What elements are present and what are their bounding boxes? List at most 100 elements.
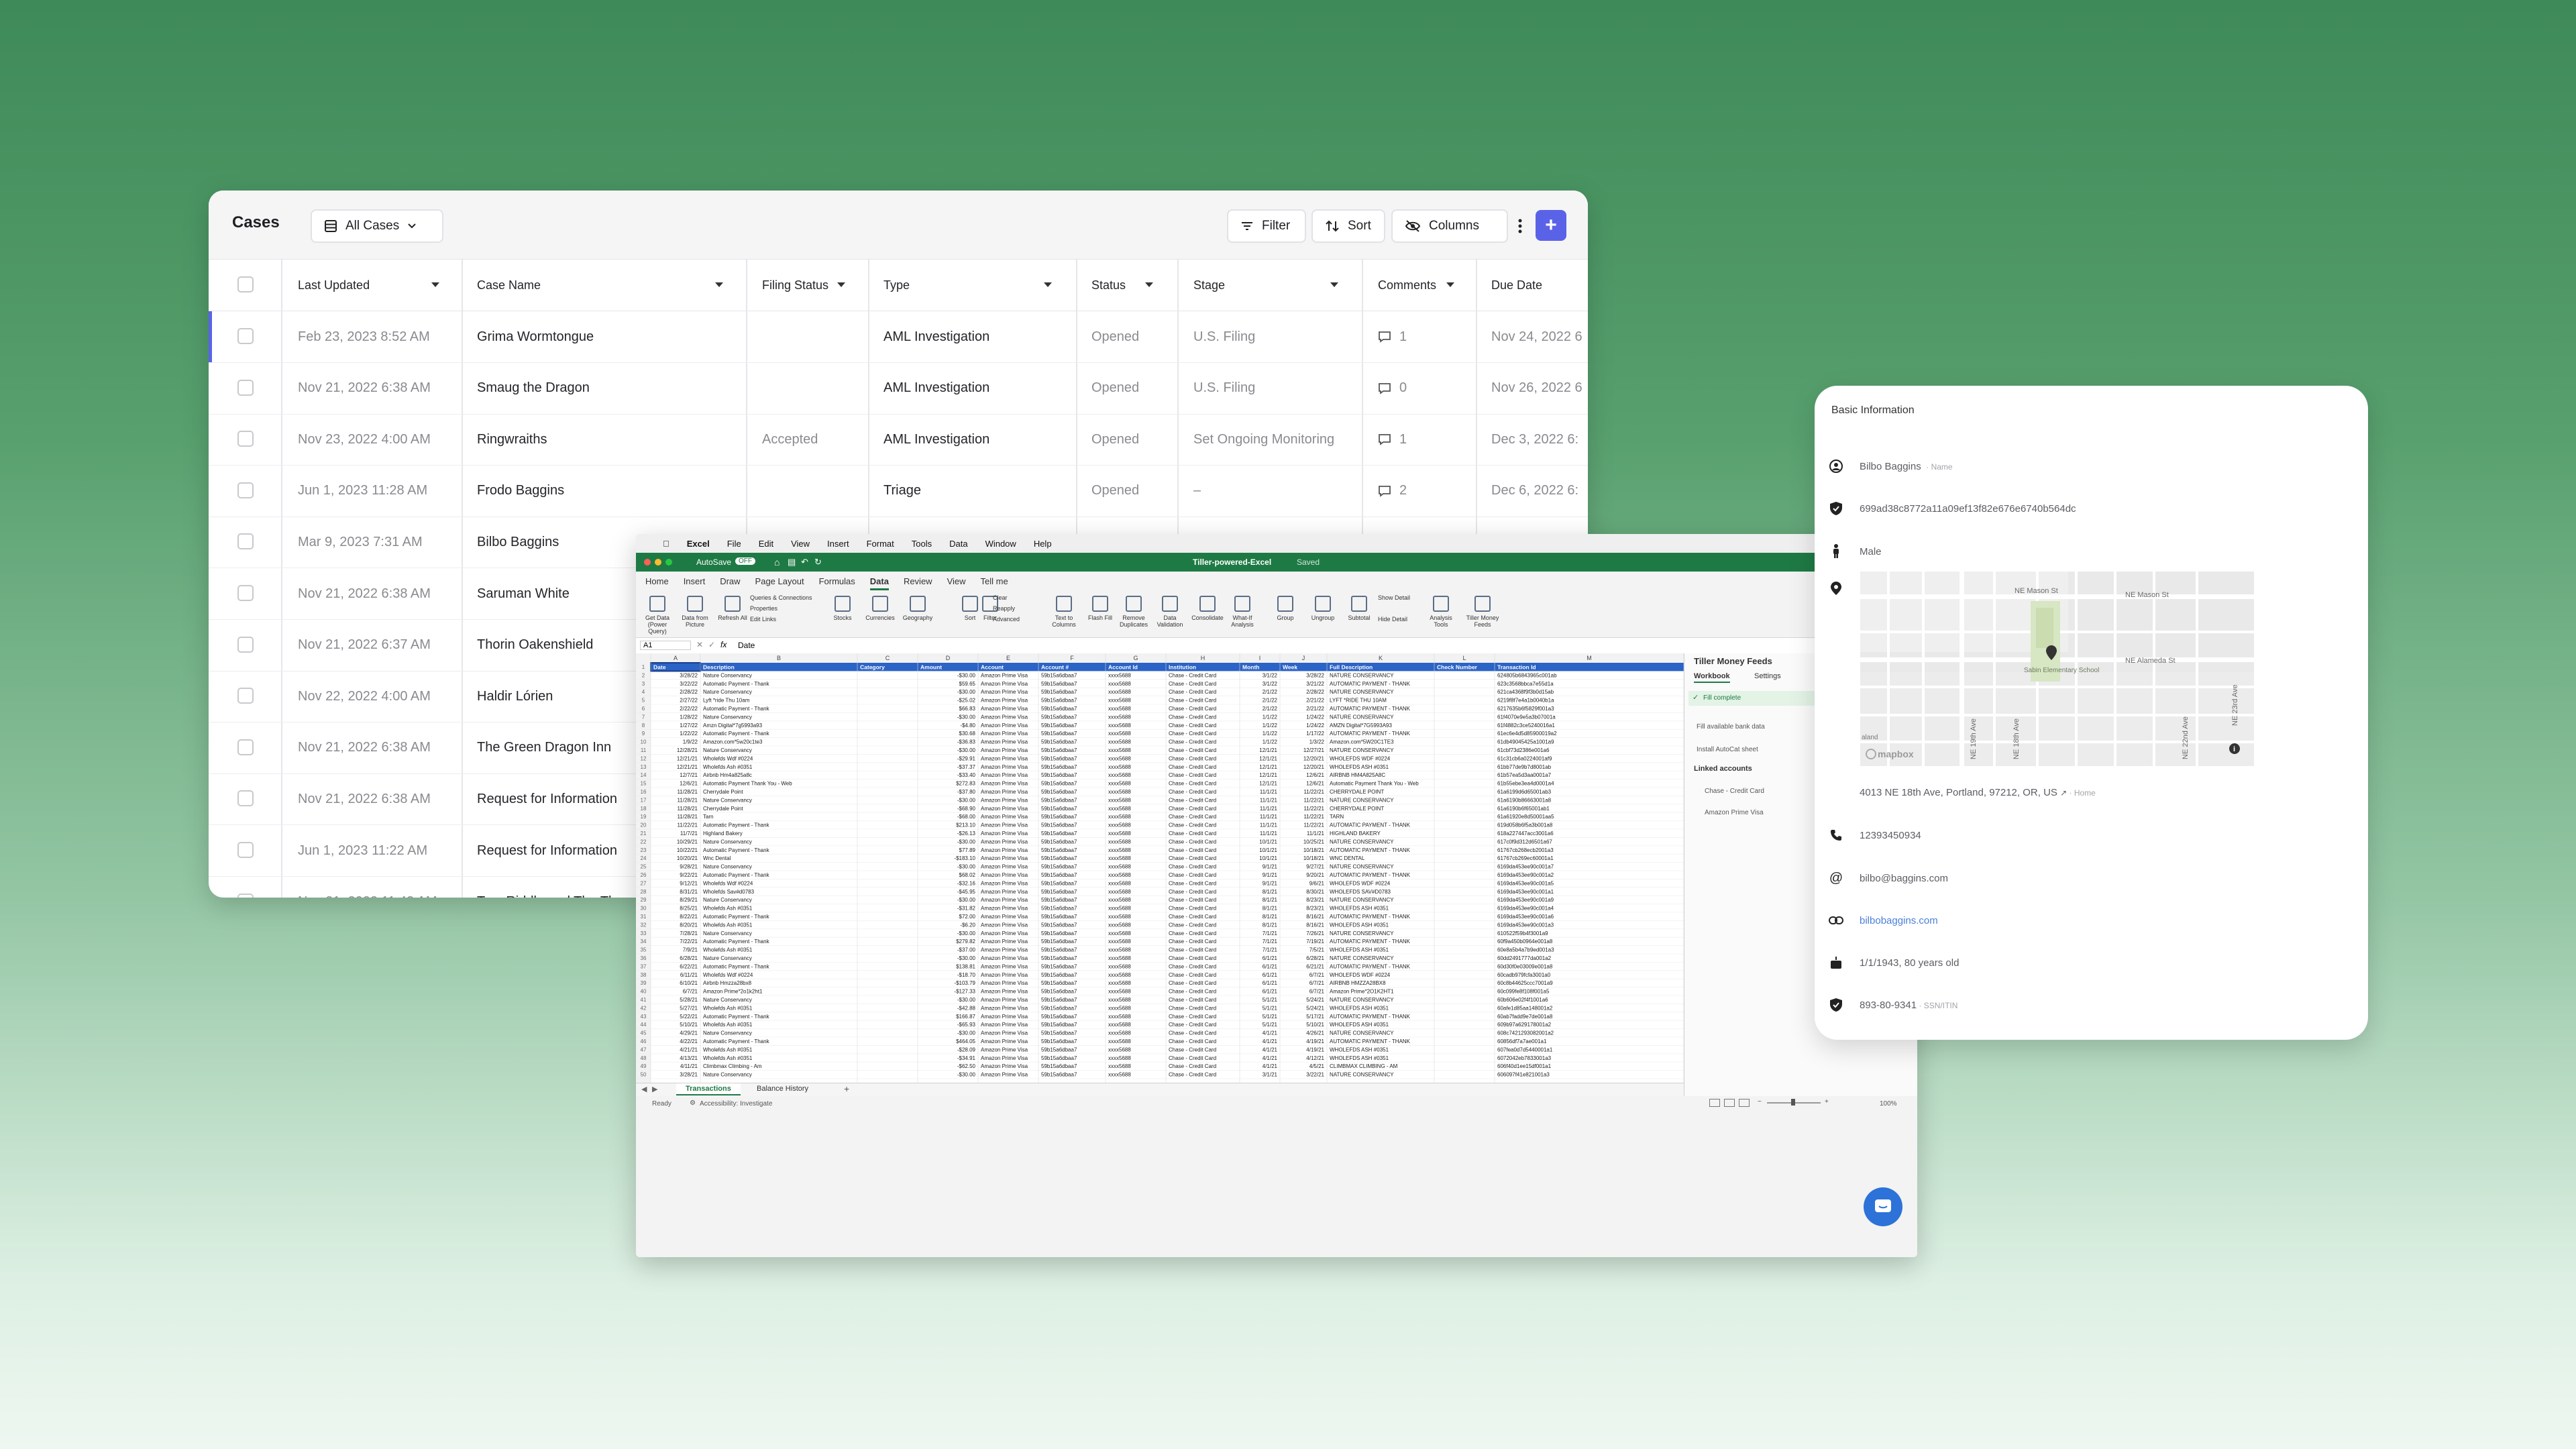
data-cell[interactable]: AUTOMATIC PAYMENT - THANK — [1330, 963, 1411, 969]
ribbon-tab-draw[interactable]: Draw — [720, 576, 740, 590]
data-cell[interactable]: -$37.37 — [957, 764, 976, 770]
data-cell[interactable]: Amazon Prime Visa — [981, 797, 1028, 803]
data-cell[interactable]: 6169da453ee90c001a2 — [1497, 872, 1554, 878]
data-cell[interactable]: xxxx5688 — [1108, 722, 1131, 729]
data-cell[interactable]: 10/22/21 — [677, 847, 698, 853]
data-cell[interactable]: 1/17/22 — [1306, 731, 1324, 737]
data-cell[interactable]: Amazon Prime Visa — [981, 806, 1028, 812]
row-checkbox[interactable] — [237, 636, 254, 653]
data-cell[interactable]: 608c7421293082001a2 — [1497, 1030, 1554, 1036]
data-cell[interactable]: xxxx5688 — [1108, 806, 1131, 812]
data-cell[interactable]: 61a6190b86663001a8 — [1497, 797, 1552, 803]
data-cell[interactable]: 10/29/21 — [677, 839, 698, 845]
data-cell[interactable]: 60c099fe8f108f001a5 — [1497, 989, 1550, 995]
data-cell[interactable]: 11/1/21 — [1260, 806, 1278, 812]
data-cell[interactable]: Amazon Prime Visa — [981, 706, 1028, 712]
data-cell[interactable]: Wholefds Ash #0351 — [703, 906, 753, 912]
data-cell[interactable]: Amazon Prime Visa — [981, 864, 1028, 870]
data-cell[interactable]: Amazon Prime*2o1k2ht1 — [703, 989, 763, 995]
data-cell[interactable]: Chase - Credit Card — [1169, 706, 1216, 712]
data-cell[interactable]: Chase - Credit Card — [1169, 989, 1216, 995]
data-cell[interactable]: Climbmax Climbing - Am — [703, 1063, 762, 1069]
data-cell[interactable]: Amazon Prime Visa — [981, 772, 1028, 778]
data-cell[interactable]: 1/9/22 — [683, 739, 698, 745]
data-cell[interactable]: AUTOMATIC PAYMENT - THANK — [1330, 1038, 1411, 1044]
data-cell[interactable]: 59b15a6dbaa7 — [1041, 947, 1077, 953]
data-cell[interactable]: Chase - Credit Card — [1169, 855, 1216, 861]
header-cell[interactable]: Account — [981, 664, 1004, 671]
data-cell[interactable]: Wholefds Wdf #0224 — [703, 972, 753, 978]
data-cell[interactable]: 61a61920e8d50001aa5 — [1497, 814, 1554, 820]
data-cell[interactable]: Wholefds Ash #0351 — [703, 764, 753, 770]
data-cell[interactable]: 8/23/21 — [1306, 897, 1324, 903]
data-cell[interactable]: 618a227447acc3001a6 — [1497, 830, 1554, 837]
data-cell[interactable]: xxxx5688 — [1108, 681, 1131, 687]
data-cell[interactable]: NATURE CONSERVANCY — [1330, 797, 1394, 803]
data-cell[interactable]: Amazon Prime Visa — [981, 906, 1028, 912]
data-cell[interactable]: Amazon Prime Visa — [981, 781, 1028, 787]
data-cell[interactable]: Amzn Digital*7g5993a93 — [703, 722, 763, 729]
data-cell[interactable]: Chase - Credit Card — [1169, 689, 1216, 695]
table-row[interactable]: Nov 23, 2022 4:00 AM Ringwraiths Accepted A… — [209, 414, 1588, 466]
data-cell[interactable]: 4/26/21 — [1306, 1030, 1324, 1036]
data-cell[interactable]: 9/20/21 — [1306, 872, 1324, 878]
data-cell[interactable]: 59b15a6dbaa7 — [1041, 814, 1077, 820]
data-cell[interactable]: Chase - Credit Card — [1169, 972, 1216, 978]
data-cell[interactable]: 617c0f9d312d6501a67 — [1497, 839, 1552, 845]
data-cell[interactable]: 11/1/21 — [1307, 830, 1325, 837]
data-cell[interactable]: 59b15a6dbaa7 — [1041, 689, 1077, 695]
data-cell[interactable]: 7/19/21 — [1306, 938, 1324, 945]
data-cell[interactable]: Nature Conservancy — [703, 1030, 752, 1036]
data-cell[interactable]: WHOLEFDS WDF #0224 — [1330, 972, 1391, 978]
data-cell[interactable]: Amazon Prime Visa — [981, 722, 1028, 729]
data-cell[interactable]: xxxx5688 — [1108, 847, 1131, 853]
data-cell[interactable]: NATURE CONSERVANCY — [1330, 997, 1394, 1003]
data-cell[interactable]: 11/7/21 — [680, 830, 698, 837]
data-cell[interactable]: -$103.79 — [954, 980, 975, 986]
data-cell[interactable]: 11/22/21 — [1303, 797, 1324, 803]
data-cell[interactable]: Chase - Credit Card — [1169, 764, 1216, 770]
ribbon-button-tiller-money-feeds[interactable]: Tiller Money Feeds — [1464, 596, 1501, 628]
data-cell[interactable]: 606097f41e821001a3 — [1497, 1072, 1550, 1078]
column-header-status[interactable]: Status — [1091, 260, 1126, 311]
data-cell[interactable]: 6/1/21 — [1263, 989, 1278, 995]
data-cell[interactable]: 8/1/21 — [1263, 889, 1278, 895]
data-cell[interactable]: Chase - Credit Card — [1169, 1046, 1216, 1053]
data-cell[interactable]: 11/1/21 — [1260, 822, 1278, 828]
data-cell[interactable]: 6169da453ee90c001a7 — [1497, 864, 1554, 870]
data-cell[interactable]: 3/28/22 — [1306, 672, 1324, 678]
minimize-window-icon[interactable] — [655, 559, 661, 566]
data-cell[interactable]: 61767cb269ec60001a1 — [1497, 855, 1554, 861]
data-cell[interactable]: NATURE CONSERVANCY — [1330, 747, 1394, 753]
apple-icon[interactable]:  — [663, 539, 669, 549]
data-cell[interactable]: Chase - Credit Card — [1169, 1022, 1216, 1028]
data-cell[interactable]: Chase - Credit Card — [1169, 922, 1216, 928]
data-cell[interactable]: 6/7/21 — [1309, 989, 1325, 995]
data-cell[interactable]: 59b15a6dbaa7 — [1041, 764, 1077, 770]
column-letter[interactable]: A — [674, 655, 678, 661]
data-cell[interactable]: 6/7/21 — [683, 989, 698, 995]
data-cell[interactable]: 59b15a6dbaa7 — [1041, 906, 1077, 912]
data-cell[interactable]: 6/11/21 — [680, 972, 698, 978]
data-cell[interactable]: NATURE CONSERVANCY — [1330, 714, 1394, 720]
case-name[interactable]: Grima Wormtongue — [477, 311, 739, 362]
select-all-checkbox[interactable] — [237, 276, 254, 292]
data-cell[interactable]: Chase - Credit Card — [1169, 997, 1216, 1003]
data-cell[interactable]: WHOLEFDS ASH #0351 — [1330, 1005, 1389, 1011]
data-cell[interactable]: 61a6190b6f65001ab1 — [1497, 806, 1550, 812]
row-checkbox[interactable] — [237, 431, 254, 447]
data-cell[interactable]: -$30.00 — [957, 864, 976, 870]
sort-caret-icon[interactable] — [837, 282, 845, 287]
data-cell[interactable]: xxxx5688 — [1108, 938, 1131, 945]
data-cell[interactable]: xxxx5688 — [1108, 822, 1131, 828]
data-cell[interactable]: NATURE CONSERVANCY — [1330, 930, 1394, 936]
data-cell[interactable]: 6/1/21 — [1263, 963, 1278, 969]
data-cell[interactable]: Amazon Prime Visa — [981, 839, 1028, 845]
data-cell[interactable]: xxxx5688 — [1108, 880, 1131, 886]
data-cell[interactable]: Highland Bakery — [703, 830, 743, 837]
sort-caret-icon[interactable] — [431, 282, 439, 287]
data-cell[interactable]: 5/10/21 — [680, 1022, 698, 1028]
data-cell[interactable]: xxxx5688 — [1108, 997, 1131, 1003]
data-cell[interactable]: 61f4882c3ce5240016a1 — [1497, 722, 1555, 729]
data-cell[interactable]: -$30.00 — [957, 672, 976, 678]
